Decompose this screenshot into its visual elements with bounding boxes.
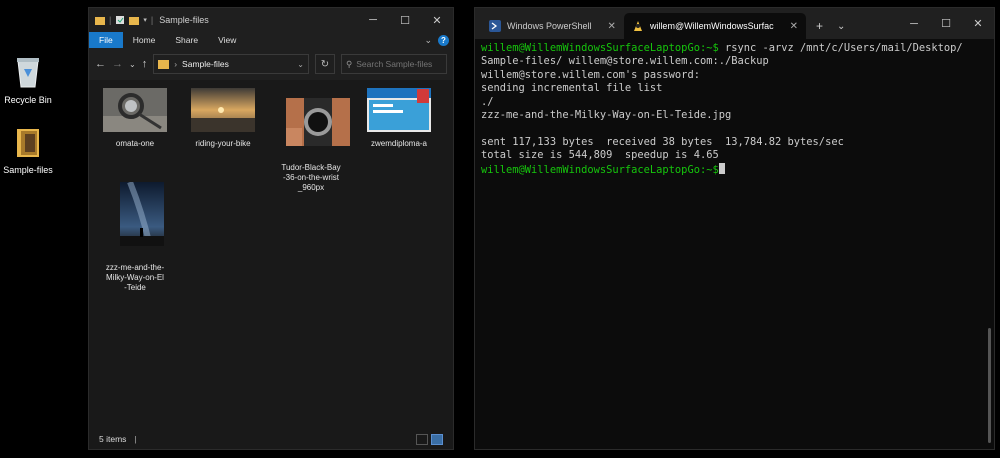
window-title: Sample-files xyxy=(159,15,209,25)
file-name: zzz-me-and-the- Milky-Way-on-El -Teide xyxy=(105,263,165,292)
terminal-line: ./ xyxy=(481,95,494,108)
close-icon[interactable]: ✕ xyxy=(962,8,994,39)
terminal-line: willem@WillemWindowsSurfaceLaptopGo:~$ r… xyxy=(481,42,963,54)
file-name: riding-your-bike xyxy=(195,139,251,148)
tab-label: Windows PowerShell xyxy=(507,21,592,31)
terminal-window: Windows PowerShell ✕ willem@WillemWindow… xyxy=(474,7,995,450)
terminal-line: sent 117,133 bytes received 38 bytes 13,… xyxy=(481,135,844,148)
search-input[interactable] xyxy=(356,59,441,69)
terminal-output[interactable]: willem@WillemWindowsSurfaceLaptopGo:~$ r… xyxy=(475,39,994,180)
chevron-down-icon[interactable]: ⌄ xyxy=(837,21,845,32)
refresh-icon[interactable]: ↻ xyxy=(315,54,335,74)
list-item[interactable]: Tudor-Black-Bay -36-on-the-wrist _960px xyxy=(271,88,351,213)
list-item[interactable]: zzz-me-and-the- Milky-Way-on-El -Teide xyxy=(95,172,175,313)
terminal-line: total size is 544,809 speedup is 4.65 xyxy=(481,149,719,162)
properties-icon[interactable] xyxy=(115,15,125,25)
terminal-tab-bar: Windows PowerShell ✕ willem@WillemWindow… xyxy=(475,8,994,39)
file-explorer-window: | ▾ | Sample-files ─ ☐ ✕ File Home Share… xyxy=(88,7,454,450)
quick-access-toolbar: | ▾ | xyxy=(95,15,153,25)
status-bar: 5 items | xyxy=(89,429,453,449)
linux-penguin-icon xyxy=(633,21,642,31)
item-count: 5 items xyxy=(99,434,127,444)
address-bar[interactable]: › Sample-files ⌄ xyxy=(153,54,309,74)
image-thumbnail xyxy=(285,98,350,146)
search-icon: ⚲ xyxy=(346,58,353,69)
tab-share[interactable]: Share xyxy=(165,32,208,48)
tab-windows-powershell[interactable]: Windows PowerShell ✕ xyxy=(481,13,624,39)
tab-label: willem@WillemWindowsSurfac xyxy=(649,21,774,31)
file-name: omata-one xyxy=(115,139,155,148)
close-icon[interactable]: ✕ xyxy=(421,8,453,32)
up-arrow-icon[interactable]: ↑ xyxy=(142,58,148,70)
close-icon[interactable]: ✕ xyxy=(790,21,798,32)
cursor xyxy=(718,162,725,174)
navigation-bar: ← → ⌄ ↑ › Sample-files ⌄ ↻ ⚲ xyxy=(89,48,453,80)
list-item[interactable]: riding-your-bike xyxy=(183,88,263,149)
view-switcher xyxy=(416,433,443,445)
image-thumbnail xyxy=(103,88,167,132)
help-icon[interactable]: ? xyxy=(438,34,449,46)
file-list: omata-one riding-your-bike Tudor-Black-B… xyxy=(89,80,453,429)
minimize-icon[interactable]: ─ xyxy=(357,8,389,32)
terminal-line: Sample-files/ willem@store.willem.com:./… xyxy=(481,55,769,68)
explorer-title-bar: | ▾ | Sample-files ─ ☐ ✕ xyxy=(89,8,453,32)
recycle-bin-icon xyxy=(17,58,39,88)
maximize-icon[interactable]: ☐ xyxy=(389,8,421,32)
tab-ubuntu[interactable]: willem@WillemWindowsSurfac ✕ xyxy=(623,13,806,39)
powershell-icon xyxy=(489,20,501,32)
terminal-line: willem@store.willem.com's password: xyxy=(481,68,700,81)
new-folder-icon[interactable] xyxy=(129,15,140,25)
folder-icon xyxy=(158,60,170,69)
image-thumbnail xyxy=(119,180,164,247)
desktop-icon-label: Sample-files xyxy=(3,165,53,175)
chevron-down-icon[interactable]: ▾ xyxy=(143,16,147,24)
list-item[interactable]: zwemdiploma-a xyxy=(359,88,439,149)
address-path: Sample-files xyxy=(182,59,229,69)
scrollbar[interactable] xyxy=(988,328,991,443)
tab-home[interactable]: Home xyxy=(123,32,166,48)
chevron-down-icon[interactable]: ⌄ xyxy=(297,60,304,69)
back-arrow-icon[interactable]: ← xyxy=(95,58,106,70)
window-controls: ─ ☐ ✕ xyxy=(357,8,453,32)
window-controls: ─ ☐ ✕ xyxy=(898,8,994,39)
details-view-icon[interactable] xyxy=(416,433,428,445)
file-name: Tudor-Black-Bay -36-on-the-wrist _960px xyxy=(281,163,341,192)
ribbon-tabs: File Home Share View ⌄ ? xyxy=(89,32,453,48)
close-icon[interactable]: ✕ xyxy=(608,21,616,32)
terminal-line: zzz-me-and-the-Milky-Way-on-El-Teide.jpg xyxy=(481,109,732,122)
desktop-icon-sample-files[interactable]: Sample-files xyxy=(0,125,56,175)
tab-view[interactable]: View xyxy=(208,32,246,48)
large-icons-view-icon[interactable] xyxy=(431,433,443,445)
new-tab-icon[interactable]: + xyxy=(816,19,823,33)
terminal-line: willem@WillemWindowsSurfaceLaptopGo:~$ xyxy=(481,162,988,177)
minimize-icon[interactable]: ─ xyxy=(898,8,930,39)
list-item[interactable]: omata-one xyxy=(95,88,175,149)
file-name: zwemdiploma-a xyxy=(370,139,428,148)
image-thumbnail xyxy=(367,88,431,132)
image-thumbnail xyxy=(191,88,255,132)
terminal-line: sending incremental file list xyxy=(481,82,663,95)
folder-icon xyxy=(95,17,105,25)
chevron-down-icon[interactable]: ⌄ xyxy=(424,35,432,46)
desktop-icon-label: Recycle Bin xyxy=(4,95,52,105)
chevron-right-icon: › xyxy=(174,59,178,69)
forward-arrow-icon[interactable]: → xyxy=(112,58,123,70)
tab-file[interactable]: File xyxy=(89,32,123,48)
chevron-down-icon[interactable]: ⌄ xyxy=(129,60,136,69)
folder-icon xyxy=(17,129,39,157)
maximize-icon[interactable]: ☐ xyxy=(930,8,962,39)
desktop-icon-recycle-bin[interactable]: Recycle Bin xyxy=(0,55,56,105)
search-box[interactable]: ⚲ xyxy=(341,54,447,74)
